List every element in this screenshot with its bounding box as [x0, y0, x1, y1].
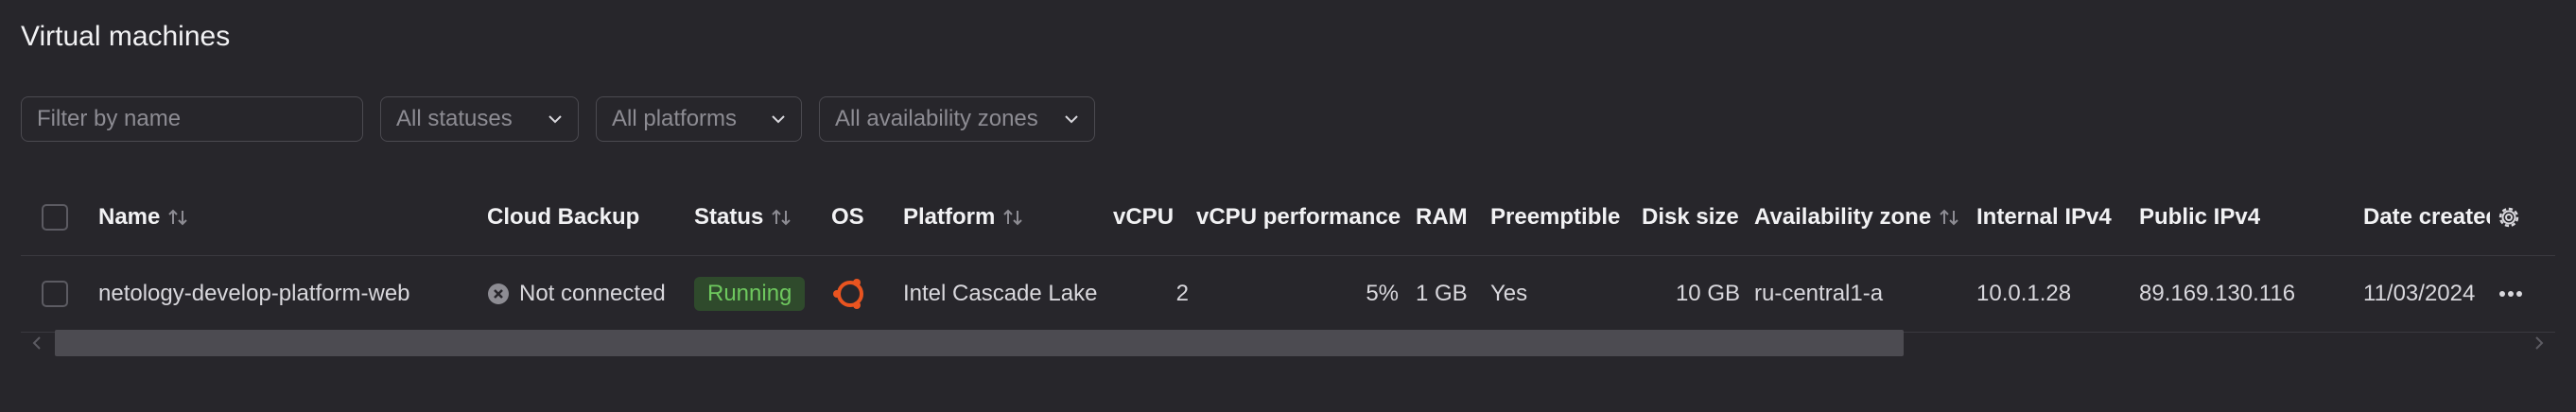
scroll-track[interactable]	[55, 329, 2521, 357]
vm-table: Name Cloud Backup Status OS Platform vCP…	[21, 180, 2555, 333]
row-actions-button[interactable]	[2498, 256, 2523, 332]
scroll-left-arrow-icon[interactable]	[30, 335, 44, 351]
sort-icon[interactable]	[1002, 207, 1023, 228]
date-value: 11/03/2024	[2363, 281, 2476, 306]
sort-icon[interactable]	[771, 207, 792, 228]
internal-ip-value: 10.0.1.28	[1976, 281, 2072, 306]
col-vcpu-perf: vCPU performance	[1196, 204, 1401, 230]
col-date: Date created	[2363, 204, 2490, 230]
col-name-label: Name	[98, 204, 161, 230]
col-disk: Disk size	[1642, 204, 1739, 230]
filter-by-name-input[interactable]: Filter by name	[21, 96, 363, 142]
col-platform-label: Platform	[903, 204, 996, 230]
col-status-label: Status	[694, 204, 764, 230]
select-all-cell[interactable]	[42, 180, 68, 255]
platform-filter-select[interactable]: All platforms	[596, 96, 802, 142]
filters-bar: Filter by name All statuses All platform…	[21, 96, 1095, 142]
horizontal-scrollbar[interactable]	[21, 329, 2555, 357]
platform-filter-value: All platforms	[612, 106, 738, 131]
col-zone[interactable]: Availability zone	[1754, 180, 1959, 255]
table-header: Name Cloud Backup Status OS Platform vCP…	[21, 180, 2555, 256]
backup-status: Not connected	[519, 281, 666, 306]
status-filter-value: All statuses	[396, 106, 513, 131]
column-settings[interactable]	[2495, 180, 2523, 255]
col-preemptible: Preemptible	[1490, 204, 1621, 230]
select-all-checkbox[interactable]	[42, 204, 68, 231]
col-vcpu: vCPU	[1113, 204, 1175, 230]
col-status[interactable]: Status	[694, 180, 792, 255]
platform-value: Intel Cascade Lake	[903, 281, 1098, 306]
sort-icon[interactable]	[1939, 207, 1959, 228]
page-title: Virtual machines	[21, 21, 231, 52]
filter-placeholder: Filter by name	[37, 106, 182, 131]
status-filter-select[interactable]: All statuses	[380, 96, 579, 142]
ubuntu-icon	[833, 279, 863, 309]
os-cell	[831, 256, 869, 332]
gear-icon[interactable]	[2495, 203, 2523, 232]
col-ram: RAM	[1416, 204, 1468, 230]
zone-filter-value: All availability zones	[835, 106, 1038, 131]
zone-filter-select[interactable]: All availability zones	[819, 96, 1095, 142]
backup-cell: Not connected	[487, 256, 666, 332]
public-ip-value: 89.169.130.116	[2139, 281, 2296, 306]
col-internal-ip: Internal IPv4	[1976, 204, 2112, 230]
col-public-ip: Public IPv4	[2139, 204, 2261, 230]
scroll-thumb[interactable]	[55, 330, 1904, 356]
status-badge: Running	[694, 277, 806, 311]
vm-name[interactable]: netology-develop-platform-web	[98, 256, 410, 332]
table-row[interactable]: netology-develop-platform-web Not connec…	[21, 256, 2555, 333]
preemptible-value: Yes	[1490, 281, 1528, 306]
col-platform[interactable]: Platform	[903, 180, 1023, 255]
more-horizontal-icon[interactable]	[2498, 290, 2523, 298]
col-backup: Cloud Backup	[487, 204, 640, 230]
vcpu-value: 2	[1175, 281, 1189, 306]
disk-value: 10 GB	[1675, 281, 1740, 306]
col-zone-label: Availability zone	[1754, 204, 1932, 230]
col-os: OS	[831, 204, 864, 230]
row-select-cell[interactable]	[42, 256, 68, 332]
chevron-down-icon	[772, 115, 785, 124]
not-connected-icon	[488, 283, 509, 304]
vcpu-perf-value: 5%	[1366, 281, 1399, 306]
status-cell: Running	[694, 256, 806, 332]
row-checkbox[interactable]	[42, 281, 68, 307]
ram-value: 1 GB	[1416, 281, 1468, 306]
chevron-down-icon	[1065, 115, 1078, 124]
chevron-down-icon	[548, 115, 562, 124]
scroll-right-arrow-icon[interactable]	[2532, 335, 2546, 351]
col-name[interactable]: Name	[98, 180, 188, 255]
zone-value: ru-central1-a	[1754, 281, 1884, 306]
sort-icon[interactable]	[167, 207, 188, 228]
